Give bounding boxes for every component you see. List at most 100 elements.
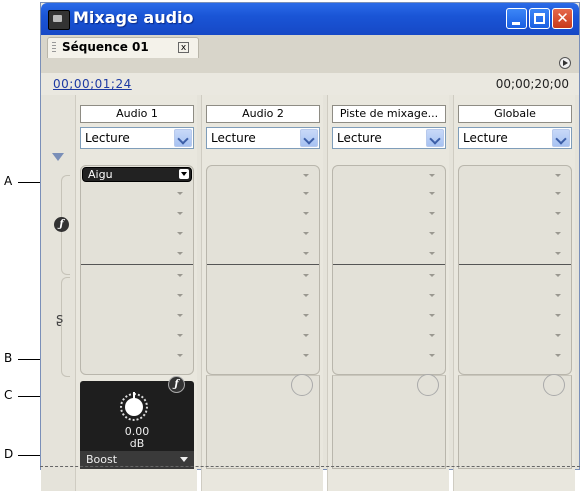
send-arrow-icon[interactable] <box>429 354 435 357</box>
callout-a-label: A <box>4 174 13 188</box>
track-name[interactable]: Globale <box>458 105 572 123</box>
send-arrow-icon[interactable] <box>303 314 309 317</box>
close-icon: ✕ <box>556 9 569 27</box>
send-arrow-icon[interactable] <box>555 314 561 317</box>
dropdown-value: Lecture <box>211 131 256 145</box>
tab-sequence[interactable]: Séquence 01 x <box>47 37 199 58</box>
effects-slot-box: Aigu <box>80 165 194 375</box>
automation-mode-dropdown[interactable]: Lecture <box>332 127 446 149</box>
tab-grip-icon[interactable] <box>52 42 56 54</box>
effect-parameter-panel <box>458 374 572 469</box>
send-arrow-icon[interactable] <box>177 334 183 337</box>
send-arrow-icon[interactable] <box>177 294 183 297</box>
panel-tab-row: Séquence 01 x <box>41 35 579 73</box>
automation-mode-dropdown[interactable]: Lecture <box>458 127 572 149</box>
send-arrow-icon[interactable] <box>429 314 435 317</box>
sends-bracket <box>61 277 70 377</box>
chevron-down-icon[interactable] <box>300 129 318 147</box>
track-master: Globale Lecture <box>453 95 575 491</box>
duration-timecode: 00;00;20;00 <box>495 77 569 91</box>
dropdown-value: Lecture <box>337 131 382 145</box>
effects-slot-box <box>332 165 446 375</box>
send-arrow-icon[interactable] <box>303 274 309 277</box>
slot-arrow-icon[interactable] <box>303 192 309 195</box>
close-button[interactable]: ✕ <box>552 8 573 29</box>
send-arrow-icon[interactable] <box>555 334 561 337</box>
chevron-down-icon[interactable] <box>174 129 192 147</box>
send-arrow-icon[interactable] <box>555 294 561 297</box>
send-arrow-icon[interactable] <box>429 294 435 297</box>
send-arrow-icon[interactable] <box>303 294 309 297</box>
send-arrow-icon[interactable] <box>177 314 183 317</box>
effects-sends-divider <box>333 264 445 265</box>
slot-arrow-icon[interactable] <box>177 232 183 235</box>
app-icon <box>48 10 70 30</box>
slot-arrow-icon[interactable] <box>177 252 183 255</box>
slot-arrow-icon[interactable] <box>555 252 561 255</box>
send-arrow-icon[interactable] <box>177 274 183 277</box>
maximize-button[interactable] <box>529 8 550 29</box>
slot-arrow-icon[interactable] <box>429 174 435 177</box>
mixer-area: ƒ ʂ Audio 1 Lecture Aigu 0.00 dB Boost A… <box>41 95 579 491</box>
dropdown-value: Lecture <box>85 131 130 145</box>
effects-sends-divider <box>207 264 319 265</box>
parameter-knob-icon[interactable] <box>417 374 439 396</box>
slot-arrow-icon[interactable] <box>303 174 309 177</box>
effects-slot-box <box>206 165 320 375</box>
minimize-button[interactable] <box>506 8 527 29</box>
send-arrow-icon[interactable] <box>429 274 435 277</box>
slot-arrow-icon[interactable] <box>429 232 435 235</box>
send-arrow-icon[interactable] <box>177 354 183 357</box>
send-arrow-icon[interactable] <box>303 354 309 357</box>
slot-arrow-icon[interactable] <box>555 174 561 177</box>
slot-arrow-icon[interactable] <box>555 192 561 195</box>
panel-menu-icon[interactable] <box>559 57 571 69</box>
track-name[interactable]: Audio 2 <box>206 105 320 123</box>
slot-arrow-icon[interactable] <box>429 212 435 215</box>
minimize-icon <box>512 22 520 25</box>
send-arrow-icon[interactable] <box>555 354 561 357</box>
sends-icon: ʂ <box>56 311 64 327</box>
slot-arrow-icon[interactable] <box>555 212 561 215</box>
slot-arrow-icon[interactable] <box>429 252 435 255</box>
parameter-name: Boost <box>86 453 118 466</box>
title-bar[interactable]: Mixage audio ✕ <box>41 3 579 35</box>
slot-arrow-icon[interactable] <box>177 212 183 215</box>
callout-d-label: D <box>4 447 14 461</box>
tab-label: Séquence 01 <box>62 40 149 54</box>
send-arrow-icon[interactable] <box>555 274 561 277</box>
collapse-arrow-icon[interactable] <box>52 153 64 161</box>
parameter-knob-icon[interactable] <box>543 374 565 396</box>
automation-mode-dropdown[interactable]: Lecture <box>206 127 320 149</box>
effect-name: Aigu <box>88 168 113 181</box>
effect-selector[interactable]: Aigu <box>82 167 192 182</box>
parameter-knob-icon[interactable] <box>291 374 313 396</box>
slot-arrow-icon[interactable] <box>429 192 435 195</box>
track-name[interactable]: Audio 1 <box>80 105 194 123</box>
track-submix: Piste de mixage... Lecture <box>327 95 449 491</box>
chevron-down-icon[interactable] <box>552 129 570 147</box>
track-name[interactable]: Piste de mixage... <box>332 105 446 123</box>
tab-close-icon[interactable]: x <box>178 42 189 53</box>
slot-arrow-icon[interactable] <box>177 192 183 195</box>
maximize-icon <box>534 13 545 24</box>
effects-slot-box <box>458 165 572 375</box>
automation-mode-dropdown[interactable]: Lecture <box>80 127 194 149</box>
boost-knob-icon[interactable] <box>125 392 143 416</box>
slot-arrow-icon[interactable] <box>303 232 309 235</box>
parameter-unit: dB <box>129 437 145 450</box>
send-arrow-icon[interactable] <box>429 334 435 337</box>
dropdown-value: Lecture <box>463 131 508 145</box>
current-timecode[interactable]: 00;00;01;24 <box>53 77 132 91</box>
slot-arrow-icon[interactable] <box>555 232 561 235</box>
chevron-down-icon[interactable] <box>426 129 444 147</box>
send-arrow-icon[interactable] <box>303 334 309 337</box>
audio-mixer-window: Mixage audio ✕ Séquence 01 x 00;00;01;24… <box>40 2 580 491</box>
slot-arrow-icon[interactable] <box>303 212 309 215</box>
effect-menu-icon[interactable] <box>179 169 189 179</box>
slot-arrow-icon[interactable] <box>303 252 309 255</box>
effects-sends-divider <box>81 264 193 265</box>
mixer-sidebar: ƒ ʂ <box>41 95 75 491</box>
track-audio-1: Audio 1 Lecture Aigu 0.00 dB Boost <box>75 95 197 491</box>
effect-bypass-icon[interactable]: ƒ <box>168 376 185 393</box>
